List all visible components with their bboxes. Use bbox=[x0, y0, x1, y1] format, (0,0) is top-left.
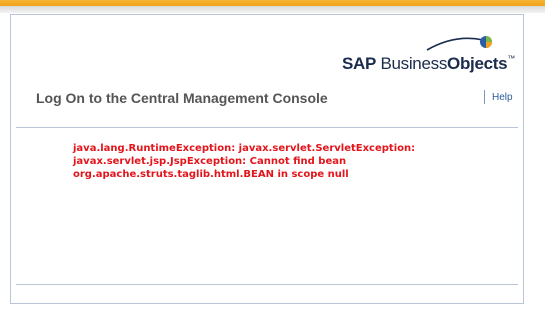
logo-sap-text: SAP bbox=[341, 54, 376, 73]
logo-trademark: ™ bbox=[507, 54, 515, 63]
logo-wordmark: SAP BusinessObjects™ bbox=[342, 54, 515, 74]
page-title: Log On to the Central Management Console bbox=[36, 90, 328, 106]
top-shade-bar bbox=[0, 6, 545, 13]
error-line: org.apache.struts.taglib.html.BEAN in sc… bbox=[73, 169, 349, 180]
help-divider bbox=[484, 90, 485, 104]
logo-swoosh-icon bbox=[426, 36, 492, 51]
sap-businessobjects-logo: SAP BusinessObjects™ bbox=[342, 34, 515, 74]
logo-objects-text: Objects bbox=[447, 54, 508, 73]
error-line: java.lang.RuntimeException: javax.servle… bbox=[73, 143, 416, 154]
error-line: javax.servlet.jsp.JspException: Cannot f… bbox=[73, 156, 347, 167]
error-message: java.lang.RuntimeException: javax.servle… bbox=[73, 142, 453, 181]
footer-divider bbox=[16, 284, 518, 285]
help-link[interactable]: Help bbox=[492, 92, 513, 103]
logo-business-text: Business bbox=[380, 54, 448, 73]
header-divider bbox=[16, 127, 518, 128]
